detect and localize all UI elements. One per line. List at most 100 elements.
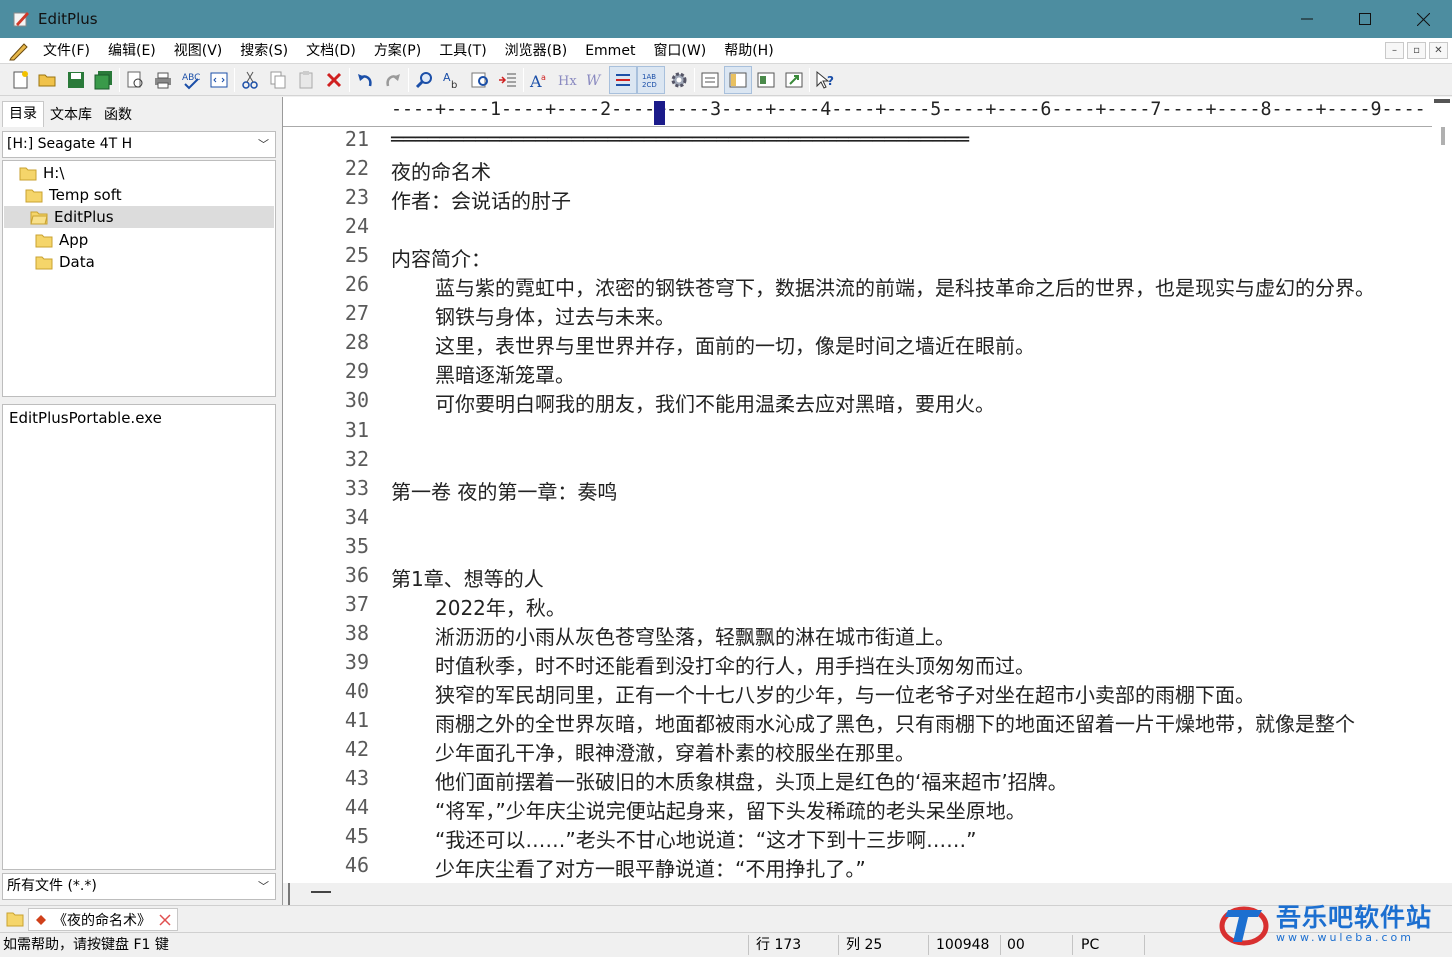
- line-number: 40: [344, 678, 369, 703]
- editor-line[interactable]: 28 这里，表世界与里世界并存，面前的一切，像是时间之墙近在眼前。: [283, 330, 1429, 359]
- editor-line[interactable]: 45 “我还可以……”老头不甘心地说道：“这才下到十三步啊……”: [283, 824, 1429, 853]
- cut-button[interactable]: [236, 66, 264, 94]
- tab-functions[interactable]: 函数: [98, 103, 138, 127]
- menu-window[interactable]: 窗口(W): [644, 38, 715, 64]
- scrollbar-thumb[interactable]: [311, 891, 331, 893]
- editor-line[interactable]: 41 雨棚之外的全世界灰暗，地面都被雨水沁成了黑色，只有雨棚下的地面还留着一片干燥…: [283, 708, 1429, 737]
- open-file-button[interactable]: [34, 66, 62, 94]
- editor-line[interactable]: 23 作者：会说话的肘子: [283, 185, 1429, 214]
- save-button[interactable]: [62, 66, 90, 94]
- maximize-button[interactable]: [1336, 0, 1394, 38]
- menu-browser[interactable]: 浏览器(B): [496, 38, 577, 64]
- editor-line[interactable]: 22 夜的命名术: [283, 156, 1429, 185]
- undo-button[interactable]: [351, 66, 379, 94]
- redo-button[interactable]: [379, 66, 407, 94]
- editor-line[interactable]: 25 内容简介：: [283, 243, 1429, 272]
- tree-item-temp-soft[interactable]: Temp soft: [25, 184, 122, 206]
- save-all-button[interactable]: [90, 66, 118, 94]
- vertical-scrollbar[interactable]: [1432, 97, 1452, 883]
- editor-line[interactable]: 21 ══════════════════════════════════════…: [283, 127, 1429, 156]
- tab-cliptext[interactable]: 文本库: [44, 103, 98, 127]
- editor-line[interactable]: 44 “将军，”少年庆尘说完便站起身来，留下头发稀疏的老头呆坐原地。: [283, 795, 1429, 824]
- directory-window-toggle[interactable]: [724, 65, 752, 94]
- paste-button[interactable]: [292, 66, 320, 94]
- file-filter-select[interactable]: 所有文件 (*.*) ﹀: [2, 873, 276, 900]
- editor-line[interactable]: 30 可你要明白啊我的朋友，我们不能用温柔去应对黑暗，要用火。: [283, 388, 1429, 417]
- editor-line[interactable]: 33 第一卷 夜的第一章：奏鸣: [283, 476, 1429, 505]
- line-number: 34: [344, 504, 369, 529]
- editor-line[interactable]: 34: [283, 505, 1429, 534]
- line-number: 45: [344, 824, 369, 849]
- editor-line[interactable]: 27 钢铁与身体，过去与未来。: [283, 301, 1429, 330]
- delete-button[interactable]: [320, 66, 348, 94]
- editor-line[interactable]: 38 淅沥沥的小雨从灰色苍穹坠落，轻飘飘的淋在城市街道上。: [283, 621, 1429, 650]
- editor-line[interactable]: 42 少年面孔干净，眼神澄澈，穿着朴素的校服坐在那里。: [283, 737, 1429, 766]
- line-number: 26: [344, 272, 369, 297]
- doc-minimize-button[interactable]: –: [1385, 42, 1404, 59]
- editor-line[interactable]: 31: [283, 418, 1429, 447]
- settings-button[interactable]: [665, 66, 693, 94]
- browser-preview-button[interactable]: [205, 66, 233, 94]
- tree-item-drive[interactable]: H:\: [19, 162, 64, 184]
- menu-view[interactable]: 视图(V): [165, 38, 232, 64]
- menu-edit[interactable]: 编辑(E): [99, 38, 165, 64]
- tab-directory[interactable]: 目录: [2, 101, 44, 127]
- print-preview-button[interactable]: [121, 66, 149, 94]
- doc-close-button[interactable]: ✕: [1429, 42, 1448, 59]
- menu-tools[interactable]: 工具(T): [430, 38, 495, 64]
- close-tab-icon[interactable]: [159, 913, 171, 926]
- text-area[interactable]: 21 ══════════════════════════════════════…: [283, 127, 1429, 883]
- new-file-button[interactable]: [6, 66, 34, 94]
- panel-tabs: 目录 文本库 函数: [2, 101, 138, 127]
- word-wrap-button[interactable]: W: [581, 66, 609, 94]
- scrollbar-thumb[interactable]: [1441, 127, 1445, 145]
- document-tab[interactable]: 《夜的命名术》: [28, 908, 178, 931]
- printer-icon: [155, 72, 171, 88]
- tree-item-data[interactable]: Data: [35, 251, 95, 273]
- drive-select[interactable]: [H:] Seagate 4T H ﹀: [2, 131, 276, 158]
- ruler-toggle[interactable]: 1AB 2CD: [637, 65, 665, 94]
- editor-line[interactable]: 24: [283, 214, 1429, 243]
- tree-item-editplus[interactable]: EditPlus: [4, 206, 274, 228]
- line-number: 32: [344, 446, 369, 471]
- menu-file[interactable]: 文件(F): [34, 38, 99, 64]
- replace-button[interactable]: Ab: [438, 66, 466, 94]
- editor-line[interactable]: 40 狭窄的军民胡同里，正有一个十七八岁的少年，与一位老爷子对坐在超市小卖部的雨棚…: [283, 679, 1429, 708]
- line-number: 46: [344, 853, 369, 878]
- spell-check-button[interactable]: ABC: [177, 66, 205, 94]
- cliptext-window-button[interactable]: [752, 66, 780, 94]
- line-number: 43: [344, 766, 369, 791]
- menu-search[interactable]: 搜索(S): [231, 38, 297, 64]
- editor-line[interactable]: 32: [283, 447, 1429, 476]
- print-button[interactable]: [149, 66, 177, 94]
- output-window-button[interactable]: [696, 66, 724, 94]
- find-in-files-button[interactable]: [466, 66, 494, 94]
- font-button[interactable]: Aa: [525, 66, 553, 94]
- editor-line[interactable]: 39 时值秋季，时不时还能看到没打伞的行人，用手挡在头顶匆匆而过。: [283, 650, 1429, 679]
- editor-line[interactable]: 29 黑暗逐渐笼罩。: [283, 359, 1429, 388]
- html-toolbar-button[interactable]: Hx: [553, 66, 581, 94]
- copy-button[interactable]: [264, 66, 292, 94]
- menu-emmet[interactable]: Emmet: [576, 38, 644, 64]
- editor-line[interactable]: 35: [283, 534, 1429, 563]
- menu-project[interactable]: 方案(P): [365, 38, 430, 64]
- find-button[interactable]: [410, 66, 438, 94]
- editor-line[interactable]: 46 少年庆尘看了对方一眼平静说道：“不用挣扎了。”: [283, 853, 1429, 882]
- doc-restore-button[interactable]: ▫: [1407, 42, 1426, 59]
- editor-line[interactable]: 43 他们面前摆着一张破旧的木质象棋盘，头顶上是红色的‘福来超市’招牌。: [283, 766, 1429, 795]
- menu-document[interactable]: 文档(D): [297, 38, 365, 64]
- context-help-button[interactable]: ?: [811, 66, 839, 94]
- editor-line[interactable]: 26 蓝与紫的霓虹中，浓密的钢铁苍穹下，数据洪流的前端，是科技革命之后的世界，也是…: [283, 272, 1429, 301]
- tree-item-app[interactable]: App: [35, 229, 88, 251]
- line-number-toggle[interactable]: [609, 65, 637, 94]
- user-tool-button[interactable]: [780, 66, 808, 94]
- minimize-button[interactable]: [1278, 0, 1336, 38]
- file-item[interactable]: EditPlusPortable.exe: [9, 409, 162, 427]
- goto-line-button[interactable]: [494, 66, 522, 94]
- close-button[interactable]: [1394, 0, 1452, 38]
- line-number: 31: [344, 417, 369, 442]
- editor-line[interactable]: 36 第1章、想等的人: [283, 563, 1429, 592]
- editor-line[interactable]: 37 2022年，秋。: [283, 592, 1429, 621]
- editor[interactable]: ----+----1----+----2----+----3----+----4…: [282, 97, 1452, 905]
- menu-help[interactable]: 帮助(H): [715, 38, 782, 64]
